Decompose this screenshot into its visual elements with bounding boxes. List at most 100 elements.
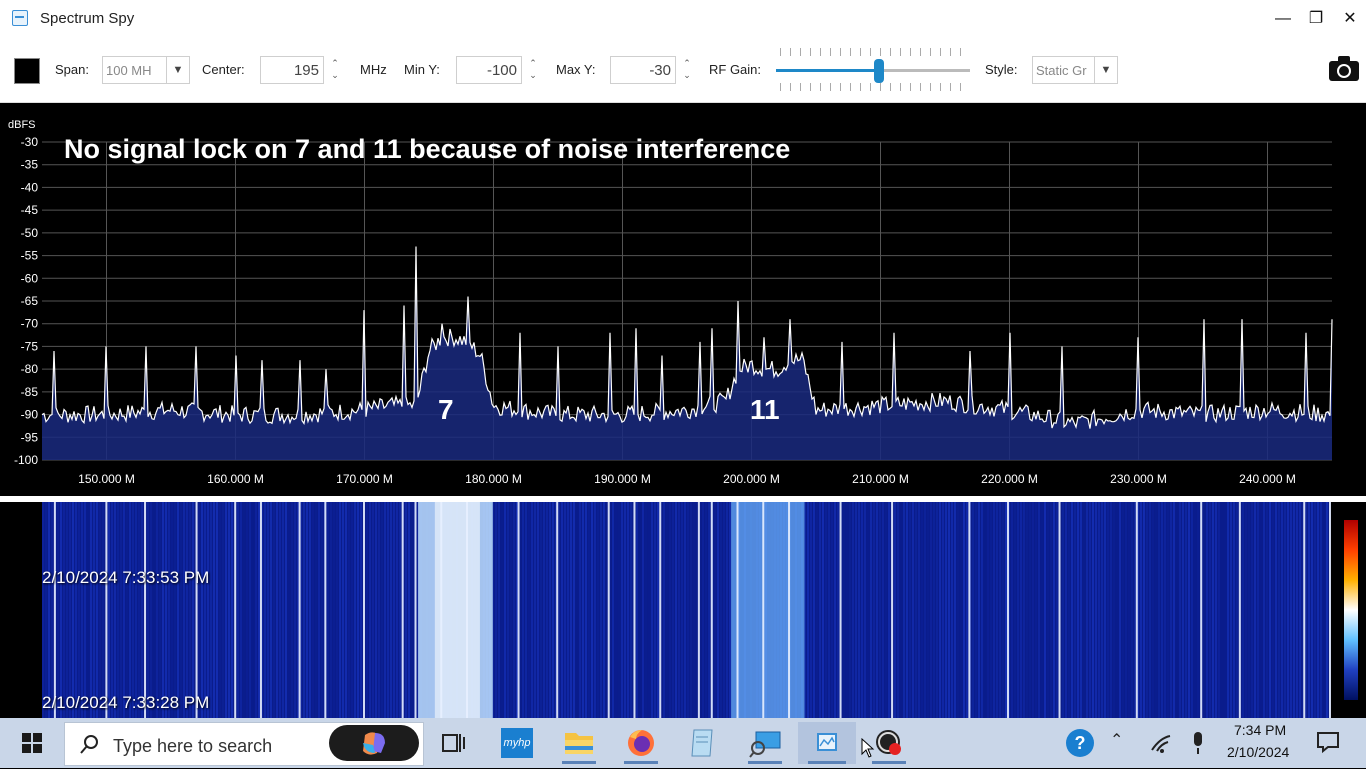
folder-icon — [565, 733, 593, 754]
file-explorer-button[interactable] — [556, 722, 602, 764]
waterfall-noise-column — [264, 502, 266, 718]
waterfall-noise-column — [1167, 502, 1169, 718]
waterfall-noise-column — [210, 502, 212, 718]
help-label: ? — [1074, 733, 1086, 753]
waterfall-noise-column — [1095, 502, 1097, 718]
waterfall-noise-column — [162, 502, 164, 718]
waterfall-noise-column — [1074, 502, 1076, 718]
waterfall-carrier-line — [363, 502, 365, 718]
waterfall-noise-column — [528, 502, 530, 718]
wifi-icon[interactable] — [1150, 732, 1172, 754]
chevron-down-icon[interactable]: ▼ — [166, 57, 189, 83]
maxy-input[interactable]: -30 ⌃ ⌄ — [610, 56, 691, 84]
waterfall-noise-column — [345, 502, 347, 718]
camera-icon[interactable] — [1328, 54, 1360, 82]
waterfall-noise-column — [1044, 502, 1046, 718]
waterfall-noise-column — [42, 502, 44, 718]
trace-color-button[interactable] — [14, 58, 40, 84]
waterfall-noise-column — [579, 502, 581, 718]
waterfall-noise-column — [177, 502, 179, 718]
running-indicator — [748, 761, 782, 764]
waterfall-noise-column — [1026, 502, 1028, 718]
task-view-button[interactable] — [430, 722, 476, 764]
waterfall-noise-column — [201, 502, 203, 718]
waterfall-noise-column — [237, 502, 239, 718]
waterfall-noise-column — [1158, 502, 1160, 718]
waterfall-noise-column — [126, 502, 128, 718]
waterfall-noise-column — [621, 502, 623, 718]
clock-time[interactable]: 7:34 PM — [1234, 722, 1286, 738]
waterfall-noise-column — [1323, 502, 1325, 718]
waterfall-noise-column — [327, 502, 329, 718]
waterfall-noise-column — [1023, 502, 1025, 718]
taskbar-search-box[interactable]: Type here to search — [64, 722, 424, 766]
waterfall-noise-column — [1224, 502, 1226, 718]
span-select[interactable]: 100 MH ▼ — [102, 56, 190, 84]
chevron-up-icon[interactable]: ⌃ — [1110, 730, 1123, 750]
waterfall-noise-column — [318, 502, 320, 718]
waterfall-noise-column — [66, 502, 68, 718]
waterfall-noise-column — [387, 502, 389, 718]
waterfall-noise-column — [225, 502, 227, 718]
slider-ticks-top — [780, 48, 966, 56]
waterfall-noise-column — [1188, 502, 1190, 718]
waterfall-noise-column — [564, 502, 566, 718]
y-tick-label: -95 — [21, 430, 39, 444]
copilot-icon — [363, 732, 385, 755]
waterfall-noise-column — [600, 502, 602, 718]
waterfall-noise-column — [405, 502, 407, 718]
center-stepper[interactable]: ⌃ ⌄ — [325, 57, 345, 83]
waterfall-noise-column — [1317, 502, 1319, 718]
waterfall-noise-column — [852, 502, 854, 718]
x-tick-label: 200.000 M — [723, 472, 780, 486]
y-tick-label: -60 — [21, 271, 39, 285]
maxy-stepper[interactable]: ⌃ ⌄ — [677, 57, 697, 83]
microphone-icon[interactable] — [1190, 730, 1206, 756]
firefox-button[interactable] — [618, 722, 664, 764]
copilot-button[interactable] — [329, 725, 419, 761]
waterfall-noise-column — [129, 502, 131, 718]
notepad-button[interactable] — [680, 722, 726, 764]
waterfall-noise-column — [714, 502, 716, 718]
spectrum-spy-taskbar-button[interactable] — [798, 722, 856, 764]
waterfall-noise-column — [174, 502, 176, 718]
center-input[interactable]: 195 ⌃ ⌄ — [260, 56, 339, 84]
x-tick-label: 210.000 M — [852, 472, 909, 486]
miny-stepper[interactable]: ⌃ ⌄ — [523, 57, 543, 83]
help-icon[interactable]: ? — [1066, 729, 1094, 757]
waterfall-noise-column — [72, 502, 74, 718]
waterfall-noise-column — [729, 502, 731, 718]
restore-button[interactable]: ❐ — [1303, 6, 1329, 32]
remote-desktop-button[interactable] — [742, 722, 788, 764]
clock-date[interactable]: 2/10/2024 — [1227, 744, 1289, 760]
waterfall-noise-column — [645, 502, 647, 718]
waterfall-noise-column — [1143, 502, 1145, 718]
waterfall-noise-column — [276, 502, 278, 718]
waterfall-noise-column — [927, 502, 929, 718]
waterfall-noise-column — [1215, 502, 1217, 718]
rf-gain-slider[interactable] — [776, 59, 970, 83]
notifications-icon[interactable] — [1316, 730, 1340, 754]
style-select[interactable]: Static Gr ▼ — [1032, 56, 1118, 84]
waterfall-noise-column — [267, 502, 269, 718]
waterfall-carrier-line — [697, 502, 700, 718]
window-title: Spectrum Spy — [40, 10, 135, 27]
waterfall-noise-column — [1266, 502, 1268, 718]
x-tick-label: 150.000 M — [78, 472, 135, 486]
miny-input[interactable]: -100 ⌃ ⌄ — [456, 56, 537, 84]
waterfall-noise-column — [1263, 502, 1265, 718]
waterfall-noise-column — [831, 502, 833, 718]
windows-start-icon[interactable] — [22, 733, 42, 753]
myhp-icon: myhp — [501, 728, 533, 758]
waterfall-noise-column — [1029, 502, 1031, 718]
close-button[interactable]: ✕ — [1337, 6, 1363, 32]
chevron-down-icon[interactable]: ▼ — [1094, 57, 1117, 83]
waterfall-noise-column — [60, 502, 62, 718]
waterfall-noise-column — [933, 502, 935, 718]
myhp-app-button[interactable]: myhp — [494, 722, 540, 764]
minimize-button[interactable]: — — [1270, 6, 1296, 32]
mouse-cursor-icon — [861, 738, 875, 758]
waterfall-noise-column — [495, 502, 497, 718]
rf-gain-thumb[interactable] — [873, 59, 884, 83]
style-value: Static Gr — [1036, 63, 1087, 78]
